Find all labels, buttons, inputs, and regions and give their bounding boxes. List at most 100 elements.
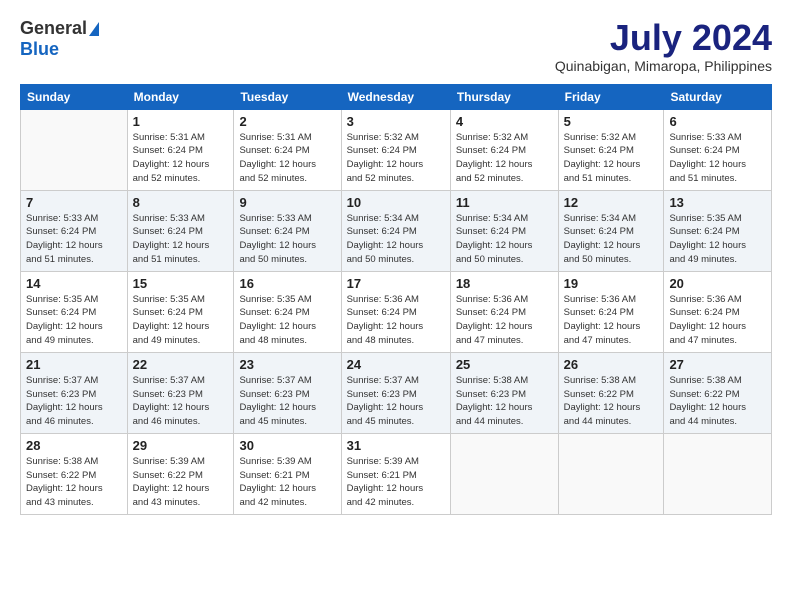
col-header-wednesday: Wednesday: [341, 84, 450, 109]
calendar-cell: 22 Sunrise: 5:37 AMSunset: 6:23 PMDayligh…: [127, 352, 234, 433]
calendar-cell: 27 Sunrise: 5:38 AMSunset: 6:22 PMDayligh…: [664, 352, 772, 433]
logo-blue-text: Blue: [20, 39, 59, 60]
day-info: Sunrise: 5:33 AMSunset: 6:24 PMDaylight:…: [26, 212, 122, 267]
day-info: Sunrise: 5:39 AMSunset: 6:21 PMDaylight:…: [347, 455, 445, 510]
day-info: Sunrise: 5:37 AMSunset: 6:23 PMDaylight:…: [133, 374, 229, 429]
calendar-cell: 24 Sunrise: 5:37 AMSunset: 6:23 PMDayligh…: [341, 352, 450, 433]
day-number: 5: [564, 114, 659, 129]
day-info: Sunrise: 5:33 AMSunset: 6:24 PMDaylight:…: [239, 212, 335, 267]
calendar-cell: [558, 433, 664, 514]
logo-icon: [89, 22, 99, 36]
day-info: Sunrise: 5:38 AMSunset: 6:22 PMDaylight:…: [564, 374, 659, 429]
calendar-table: SundayMondayTuesdayWednesdayThursdayFrid…: [20, 84, 772, 515]
day-number: 15: [133, 276, 229, 291]
calendar-cell: 17Sunrise: 5:36 AMSunset: 6:24 PMDayligh…: [341, 271, 450, 352]
day-info: Sunrise: 5:33 AMSunset: 6:24 PMDaylight:…: [669, 131, 766, 186]
calendar-cell: [664, 433, 772, 514]
day-info: Sunrise: 5:37 AMSunset: 6:23 PMDaylight:…: [26, 374, 122, 429]
location: Quinabigan, Mimaropa, Philippines: [555, 58, 772, 74]
calendar-cell: 14 Sunrise: 5:35 AMSunset: 6:24 PMDayligh…: [21, 271, 128, 352]
calendar-cell: 12 Sunrise: 5:34 AMSunset: 6:24 PMDayligh…: [558, 190, 664, 271]
day-number: 3: [347, 114, 445, 129]
day-number: 27: [669, 357, 766, 372]
col-header-monday: Monday: [127, 84, 234, 109]
day-number: 18: [456, 276, 553, 291]
day-number: 23: [239, 357, 335, 372]
day-number: 7: [26, 195, 122, 210]
calendar-cell: 28Sunrise: 5:38 AMSunset: 6:22 PMDayligh…: [21, 433, 128, 514]
day-number: 11: [456, 195, 553, 210]
calendar-cell: 10 Sunrise: 5:34 AMSunset: 6:24 PMDayligh…: [341, 190, 450, 271]
header: General Blue July 2024 Quinabigan, Mimar…: [20, 18, 772, 74]
day-number: 2: [239, 114, 335, 129]
day-number: 16: [239, 276, 335, 291]
day-number: 20: [669, 276, 766, 291]
day-number: 30: [239, 438, 335, 453]
day-info: Sunrise: 5:35 AMSunset: 6:24 PMDaylight:…: [133, 293, 229, 348]
day-info: Sunrise: 5:38 AMSunset: 6:22 PMDaylight:…: [26, 455, 122, 510]
day-info: Sunrise: 5:38 AMSunset: 6:22 PMDaylight:…: [669, 374, 766, 429]
week-row-1: 1 Sunrise: 5:31 AMSunset: 6:24 PMDaylight…: [21, 109, 772, 190]
calendar-cell: 8 Sunrise: 5:33 AMSunset: 6:24 PMDaylight…: [127, 190, 234, 271]
calendar-cell: 5 Sunrise: 5:32 AMSunset: 6:24 PMDaylight…: [558, 109, 664, 190]
day-number: 1: [133, 114, 229, 129]
calendar-cell: [21, 109, 128, 190]
day-number: 14: [26, 276, 122, 291]
calendar-cell: 21 Sunrise: 5:37 AMSunset: 6:23 PMDayligh…: [21, 352, 128, 433]
day-info: Sunrise: 5:33 AMSunset: 6:24 PMDaylight:…: [133, 212, 229, 267]
calendar-cell: 16Sunrise: 5:35 AMSunset: 6:24 PMDayligh…: [234, 271, 341, 352]
day-number: 31: [347, 438, 445, 453]
calendar-cell: 15 Sunrise: 5:35 AMSunset: 6:24 PMDayligh…: [127, 271, 234, 352]
day-info: Sunrise: 5:35 AMSunset: 6:24 PMDaylight:…: [26, 293, 122, 348]
day-info: Sunrise: 5:39 AMSunset: 6:22 PMDaylight:…: [133, 455, 229, 510]
calendar-cell: 6 Sunrise: 5:33 AMSunset: 6:24 PMDaylight…: [664, 109, 772, 190]
calendar-cell: 29 Sunrise: 5:39 AMSunset: 6:22 PMDayligh…: [127, 433, 234, 514]
calendar-cell: 18 Sunrise: 5:36 AMSunset: 6:24 PMDayligh…: [450, 271, 558, 352]
calendar-cell: 9 Sunrise: 5:33 AMSunset: 6:24 PMDaylight…: [234, 190, 341, 271]
day-info: Sunrise: 5:34 AMSunset: 6:24 PMDaylight:…: [347, 212, 445, 267]
month-title: July 2024: [555, 18, 772, 58]
calendar-cell: 31 Sunrise: 5:39 AMSunset: 6:21 PMDayligh…: [341, 433, 450, 514]
day-number: 22: [133, 357, 229, 372]
day-number: 25: [456, 357, 553, 372]
calendar-cell: 2Sunrise: 5:31 AMSunset: 6:24 PMDaylight…: [234, 109, 341, 190]
week-row-2: 7 Sunrise: 5:33 AMSunset: 6:24 PMDaylight…: [21, 190, 772, 271]
day-info: Sunrise: 5:36 AMSunset: 6:24 PMDaylight:…: [669, 293, 766, 348]
col-header-tuesday: Tuesday: [234, 84, 341, 109]
day-info: Sunrise: 5:36 AMSunset: 6:24 PMDaylight:…: [564, 293, 659, 348]
day-number: 29: [133, 438, 229, 453]
day-number: 10: [347, 195, 445, 210]
day-info: Sunrise: 5:32 AMSunset: 6:24 PMDaylight:…: [564, 131, 659, 186]
calendar-cell: 23 Sunrise: 5:37 AMSunset: 6:23 PMDayligh…: [234, 352, 341, 433]
week-row-3: 14 Sunrise: 5:35 AMSunset: 6:24 PMDayligh…: [21, 271, 772, 352]
day-number: 6: [669, 114, 766, 129]
calendar-cell: 7 Sunrise: 5:33 AMSunset: 6:24 PMDaylight…: [21, 190, 128, 271]
title-block: July 2024 Quinabigan, Mimaropa, Philippi…: [555, 18, 772, 74]
day-number: 12: [564, 195, 659, 210]
day-number: 9: [239, 195, 335, 210]
page: General Blue July 2024 Quinabigan, Mimar…: [0, 0, 792, 612]
col-header-saturday: Saturday: [664, 84, 772, 109]
day-info: Sunrise: 5:36 AMSunset: 6:24 PMDaylight:…: [456, 293, 553, 348]
day-info: Sunrise: 5:37 AMSunset: 6:23 PMDaylight:…: [239, 374, 335, 429]
day-number: 24: [347, 357, 445, 372]
col-header-friday: Friday: [558, 84, 664, 109]
day-info: Sunrise: 5:34 AMSunset: 6:24 PMDaylight:…: [564, 212, 659, 267]
week-row-4: 21 Sunrise: 5:37 AMSunset: 6:23 PMDayligh…: [21, 352, 772, 433]
calendar-cell: 30 Sunrise: 5:39 AMSunset: 6:21 PMDayligh…: [234, 433, 341, 514]
day-info: Sunrise: 5:37 AMSunset: 6:23 PMDaylight:…: [347, 374, 445, 429]
day-info: Sunrise: 5:39 AMSunset: 6:21 PMDaylight:…: [239, 455, 335, 510]
calendar-cell: 19 Sunrise: 5:36 AMSunset: 6:24 PMDayligh…: [558, 271, 664, 352]
day-number: 26: [564, 357, 659, 372]
day-info: Sunrise: 5:32 AMSunset: 6:24 PMDaylight:…: [347, 131, 445, 186]
calendar-cell: 1 Sunrise: 5:31 AMSunset: 6:24 PMDaylight…: [127, 109, 234, 190]
week-row-5: 28Sunrise: 5:38 AMSunset: 6:22 PMDayligh…: [21, 433, 772, 514]
day-info: Sunrise: 5:36 AMSunset: 6:24 PMDaylight:…: [347, 293, 445, 348]
day-number: 19: [564, 276, 659, 291]
col-header-sunday: Sunday: [21, 84, 128, 109]
day-info: Sunrise: 5:32 AMSunset: 6:24 PMDaylight:…: [456, 131, 553, 186]
day-number: 8: [133, 195, 229, 210]
day-number: 21: [26, 357, 122, 372]
day-info: Sunrise: 5:31 AMSunset: 6:24 PMDaylight:…: [133, 131, 229, 186]
calendar-cell: 13Sunrise: 5:35 AMSunset: 6:24 PMDayligh…: [664, 190, 772, 271]
